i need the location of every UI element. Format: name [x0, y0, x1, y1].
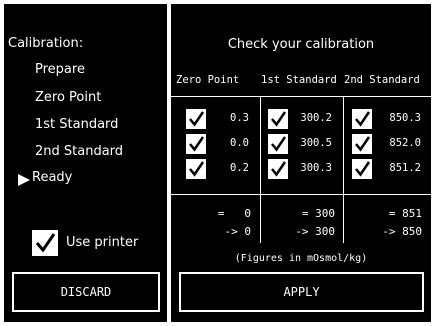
- header-divider: [171, 96, 431, 97]
- check-title: Check your calibration: [227, 37, 375, 52]
- checkbox-checked-icon: [271, 161, 287, 177]
- checkbox-checked-icon: [355, 136, 371, 152]
- checkbox-checked-icon: [189, 111, 205, 127]
- 2nd-standard-reading-3-checkbox[interactable]: [352, 159, 372, 179]
- use-printer-label: Use printer: [66, 235, 139, 250]
- 2nd-standard-reading-2: 852.0: [389, 137, 421, 149]
- 2nd-standard-reading-3: 851.2: [389, 162, 421, 174]
- menu-title: Calibration:: [8, 36, 84, 51]
- 1st-standard-reading-2-checkbox[interactable]: [268, 134, 288, 154]
- 1st-standard-reading-1-checkbox[interactable]: [268, 109, 288, 129]
- menu-item-2nd-standard[interactable]: 2nd Standard: [35, 144, 123, 159]
- 1st-standard-reading-3-checkbox[interactable]: [268, 159, 288, 179]
- checkbox-checked-icon: [271, 111, 287, 127]
- readings-divider: [171, 194, 431, 195]
- 2nd-standard-reading-1-checkbox[interactable]: [352, 109, 372, 129]
- checkbox-checked-icon: [189, 136, 205, 152]
- apply-button[interactable]: APPLY: [179, 272, 424, 312]
- 2nd-standard-mean: = 851: [388, 207, 422, 220]
- zero-point-reading-1: 0.3: [230, 112, 249, 124]
- zero-point-reading-1-checkbox[interactable]: [186, 109, 206, 129]
- zero-point-reading-3: 0.2: [230, 162, 249, 174]
- menu-item-ready[interactable]: Ready: [32, 170, 72, 185]
- column-header-zero-point: Zero Point: [176, 74, 240, 86]
- zero-point-reading-3-checkbox[interactable]: [186, 159, 206, 179]
- zero-point-reading-2: 0.0: [230, 137, 249, 149]
- checkbox-checked-icon: [355, 111, 371, 127]
- column-header-1st-standard: 1st Standard: [261, 74, 337, 86]
- 2nd-standard-target: -> 850: [382, 225, 422, 238]
- 1st-standard-reading-2: 300.5: [300, 137, 332, 149]
- units-note: (Figures in mOsmol/kg): [234, 253, 368, 264]
- checkbox-checked-icon: [271, 136, 287, 152]
- menu-item-prepare[interactable]: Prepare: [35, 62, 85, 77]
- 1st-standard-mean: = 300: [301, 207, 335, 220]
- triangle-right-icon: [18, 174, 30, 186]
- 1st-standard-target: -> 300: [295, 225, 335, 238]
- checkbox-checked-icon: [35, 233, 56, 253]
- 1st-standard-reading-1: 300.2: [300, 112, 332, 124]
- 2nd-standard-reading-2-checkbox[interactable]: [352, 134, 372, 154]
- zero-point-mean: = 0: [217, 207, 251, 220]
- menu-item-zero-point[interactable]: Zero Point: [35, 90, 101, 105]
- checkbox-checked-icon: [189, 161, 205, 177]
- column-divider-2: [343, 96, 344, 243]
- checkbox-checked-icon: [355, 161, 371, 177]
- menu-item-1st-standard[interactable]: 1st Standard: [35, 117, 118, 132]
- calibration-screen: Calibration: Prepare Zero Point 1st Stan…: [0, 0, 435, 326]
- zero-point-target: -> 0: [224, 225, 252, 238]
- discard-button[interactable]: DISCARD: [12, 272, 160, 312]
- use-printer-checkbox[interactable]: [32, 230, 58, 256]
- column-divider-1: [260, 96, 261, 243]
- zero-point-reading-2-checkbox[interactable]: [186, 134, 206, 154]
- column-header-2nd-standard: 2nd Standard: [344, 74, 420, 86]
- 2nd-standard-reading-1: 850.3: [389, 112, 421, 124]
- 1st-standard-reading-3: 300.3: [300, 162, 332, 174]
